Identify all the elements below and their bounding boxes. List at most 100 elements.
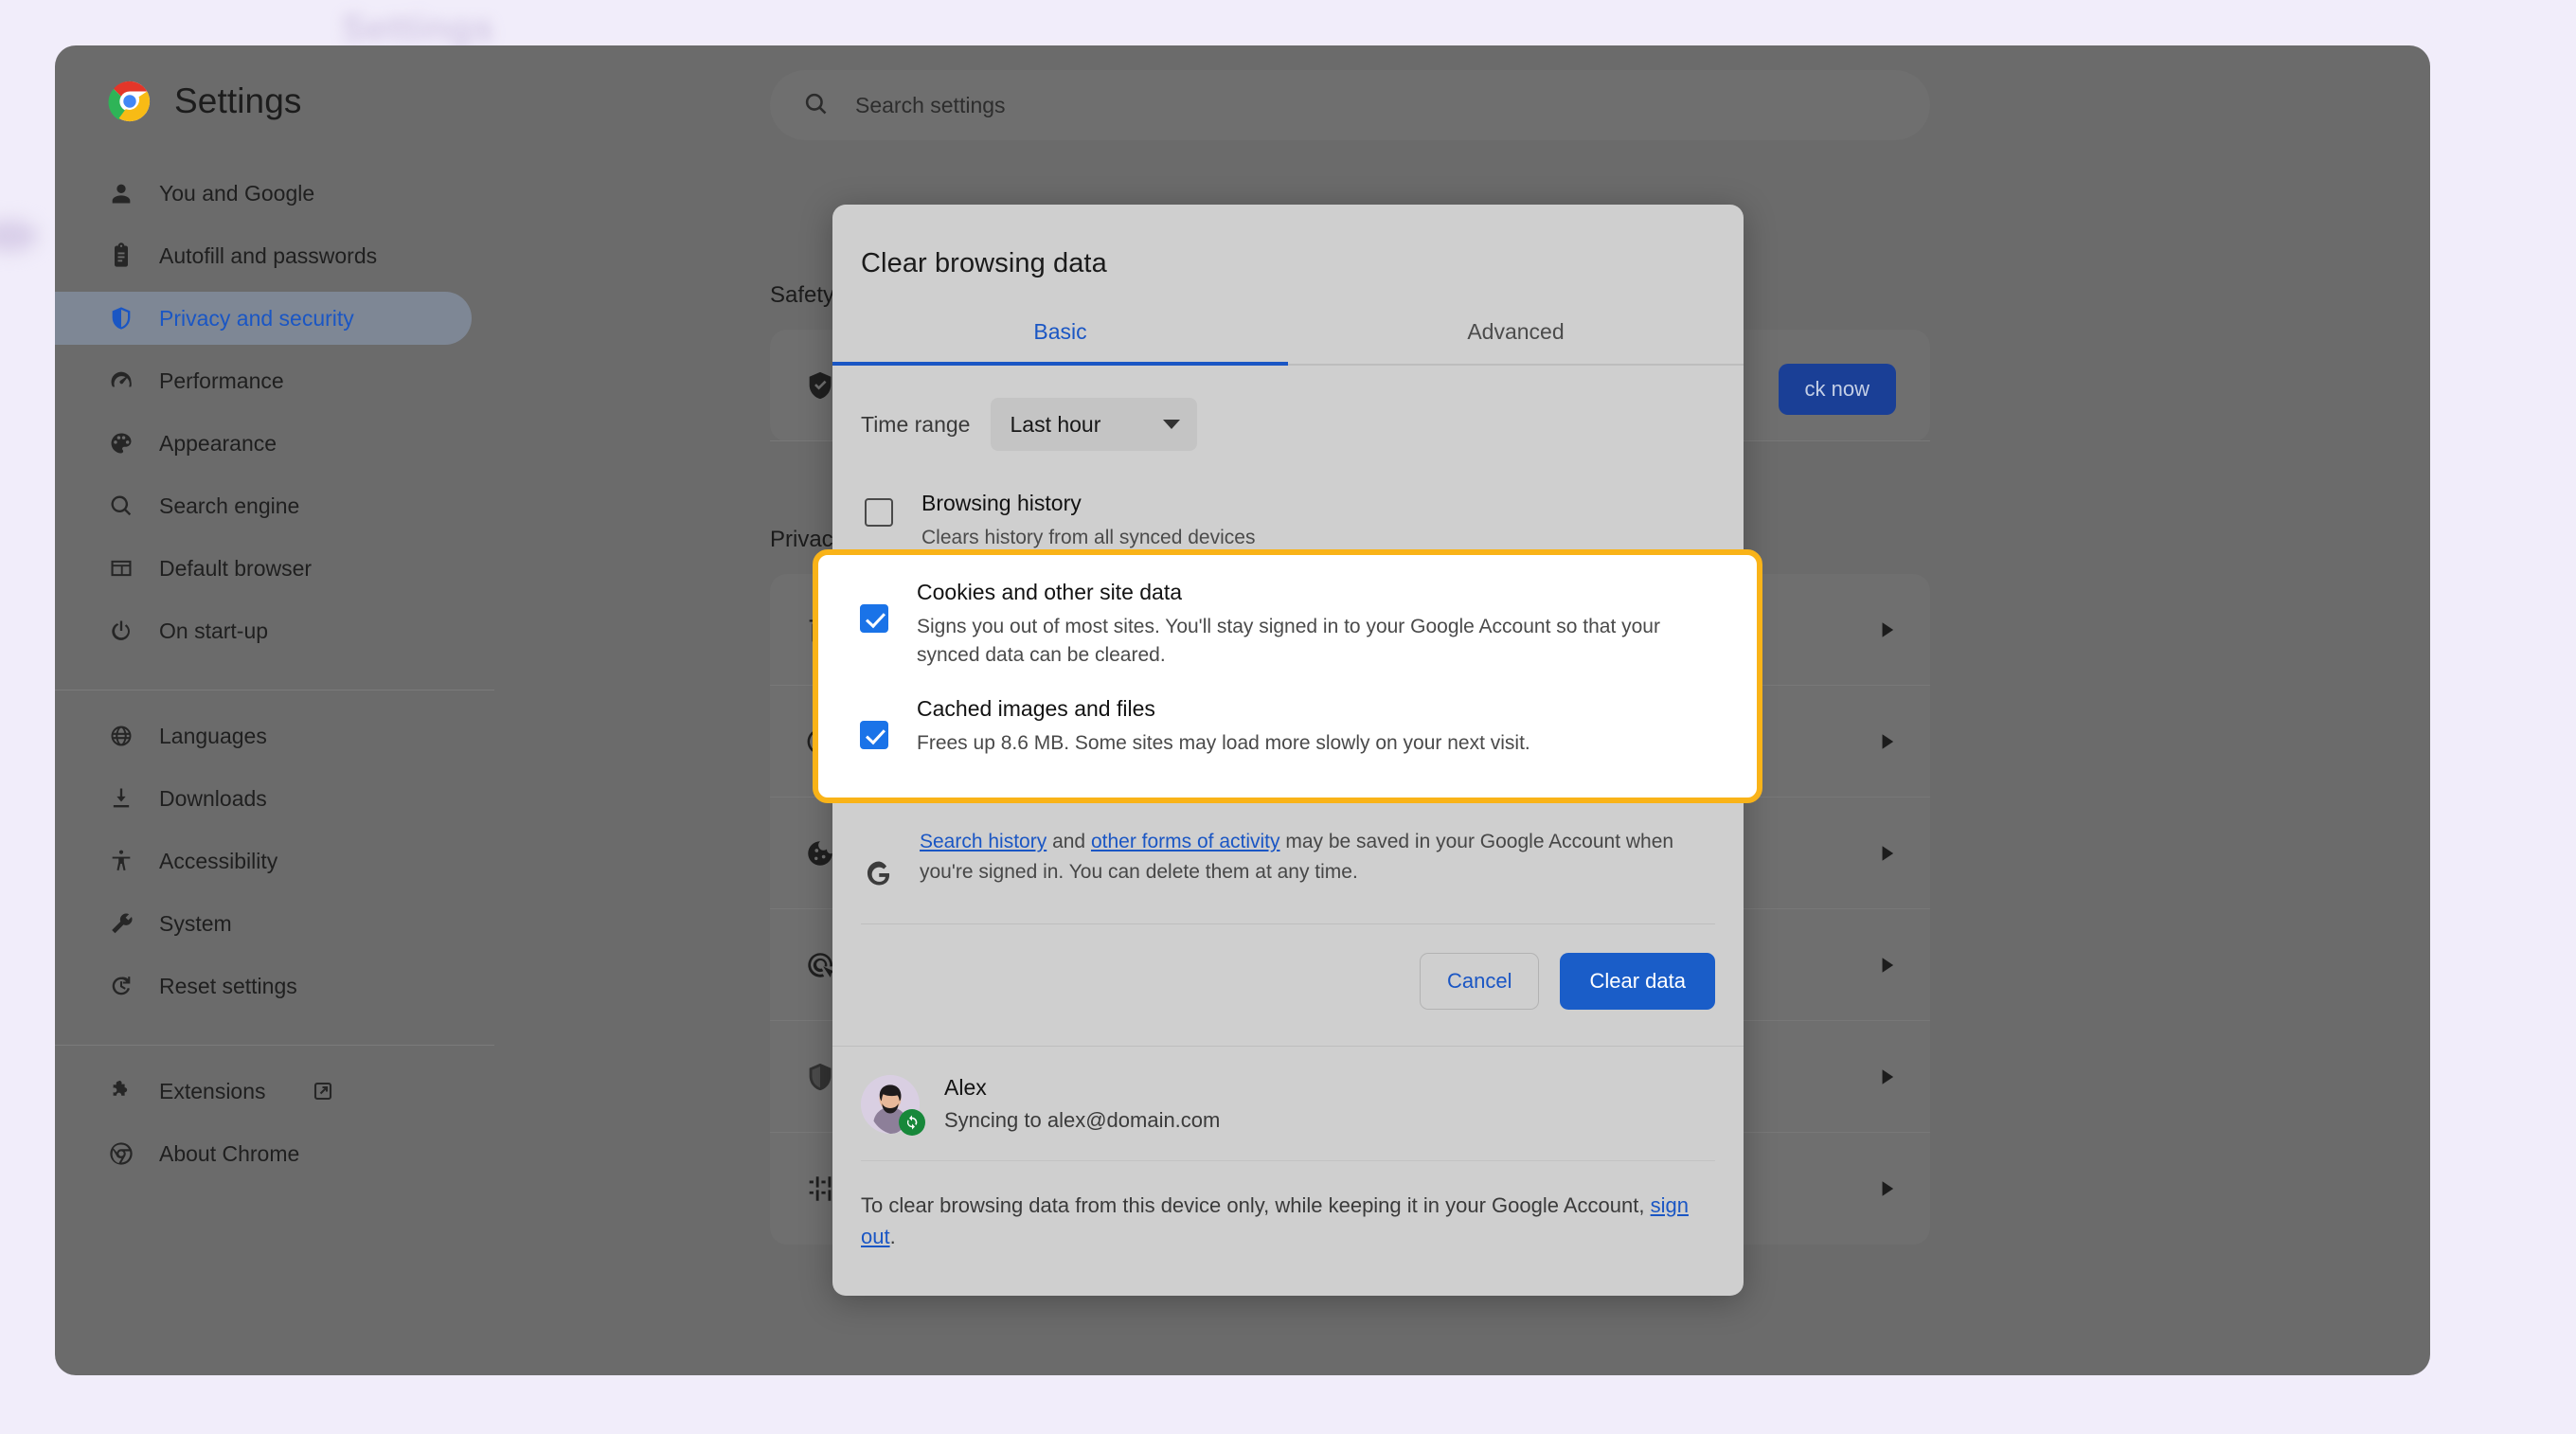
search-icon (108, 493, 134, 519)
avatar (861, 1074, 925, 1136)
chevron-right-icon (1881, 1180, 1896, 1197)
time-range-select[interactable]: Last hour (991, 398, 1198, 451)
sidebar-item-label: Languages (159, 723, 267, 748)
option-texts: Cookies and other site data Signs you ou… (917, 580, 1728, 670)
chrome-outline-icon (108, 1140, 134, 1167)
wrench-icon (108, 910, 134, 937)
footer-note-tail: . (889, 1224, 896, 1248)
clear-data-button[interactable]: Clear data (1560, 952, 1715, 1010)
sidebar-group-3: Extensions About Chrome (55, 1065, 540, 1199)
browsing-history-checkbox[interactable] (865, 498, 893, 527)
option-sub: Frees up 8.6 MB. Some sites may load mor… (917, 731, 1530, 754)
cached-images-checkbox[interactable] (860, 720, 888, 749)
search-input[interactable]: Search settings (855, 93, 1006, 118)
cancel-button[interactable]: Cancel (1420, 952, 1540, 1010)
option-title: Cached images and files (917, 695, 1155, 721)
sidebar-item-on-start-up[interactable]: On start-up (55, 604, 472, 657)
highlight-callout: Cookies and other site data Signs you ou… (813, 549, 1762, 803)
accessibility-icon (108, 848, 134, 874)
check-now-button[interactable]: ck now (1778, 364, 1896, 415)
sidebar-item-label: Accessibility (159, 848, 278, 873)
sidebar-item-privacy-and-security[interactable]: Privacy and security (55, 292, 472, 345)
sidebar-item-label: Default browser (159, 555, 313, 581)
cookies-checkbox[interactable] (860, 604, 888, 633)
option-sub: Clears history from all synced devices (921, 527, 1256, 548)
shield-icon (108, 305, 134, 332)
chevron-right-icon (1881, 621, 1896, 638)
profile-sync-status: Syncing to alex@domain.com (944, 1108, 1221, 1133)
sync-icon (899, 1108, 925, 1136)
dialog-title: Clear browsing data (861, 248, 1107, 278)
sidebar-item-label: You and Google (159, 180, 315, 206)
globe-icon (108, 723, 134, 749)
settings-brand: Settings (55, 45, 540, 123)
backdrop-blur-blob (0, 220, 38, 252)
google-g-icon (863, 857, 895, 889)
tab-basic[interactable]: Basic (832, 304, 1288, 366)
browser-window-icon (108, 555, 134, 582)
sidebar-item-label: Appearance (159, 430, 277, 456)
profile-texts: Alex Syncing to alex@domain.com (944, 1075, 1220, 1133)
sidebar-item-label: Reset settings (159, 973, 297, 998)
sidebar-item-autofill-and-passwords[interactable]: Autofill and passwords (55, 229, 472, 282)
profile-name: Alex (944, 1075, 987, 1101)
speedometer-icon (108, 367, 134, 394)
sidebar-item-downloads[interactable]: Downloads (55, 772, 472, 825)
sidebar-item-reset-settings[interactable]: Reset settings (55, 959, 472, 1013)
sidebar-item-label: Downloads (159, 785, 267, 811)
sidebar-item-you-and-google[interactable]: You and Google (55, 167, 472, 220)
sidebar-item-label: On start-up (159, 618, 269, 643)
time-range-label: Time range (861, 411, 971, 437)
sidebar-item-label: System (159, 910, 232, 936)
search-history-link[interactable]: Search history (920, 831, 1046, 852)
sidebar-item-languages[interactable]: Languages (55, 709, 472, 762)
dialog-tabs: Basic Advanced (832, 304, 1744, 366)
chevron-right-icon (1881, 1068, 1896, 1085)
option-texts: Cached images and files Frees up 8.6 MB.… (917, 696, 1530, 758)
sidebar-item-extensions[interactable]: Extensions (55, 1065, 472, 1118)
puzzle-icon (108, 1078, 134, 1104)
chevron-down-icon (1163, 420, 1181, 429)
option-texts: Browsing history Clears history from all… (921, 491, 1255, 552)
option-title: Cookies and other site data (917, 580, 1183, 604)
sidebar-nav: You and Google Autofill and passwords Pr… (55, 167, 540, 1199)
profile-row[interactable]: Alex Syncing to alex@domain.com (861, 1074, 1715, 1136)
chrome-logo-icon (108, 80, 152, 123)
clipboard-icon (108, 242, 134, 269)
palette-icon (108, 430, 134, 457)
time-range-value: Last hour (1010, 411, 1101, 437)
option-browsing-history[interactable]: Browsing history Clears history from all… (861, 491, 1715, 552)
option-cached-images[interactable]: Cached images and files Frees up 8.6 MB.… (860, 696, 1728, 758)
sidebar-item-default-browser[interactable]: Default browser (55, 542, 472, 595)
google-note-mid: and (1046, 830, 1091, 852)
sidebar-item-about-chrome[interactable]: About Chrome (55, 1127, 472, 1180)
search-icon (802, 90, 829, 121)
dialog-actions: Cancel Clear data (861, 952, 1715, 1010)
external-link-icon (312, 1080, 334, 1102)
sidebar-item-label: Privacy and security (159, 305, 354, 331)
tab-advanced[interactable]: Advanced (1288, 304, 1744, 364)
search-settings-bar[interactable]: Search settings (770, 70, 1930, 140)
option-cookies[interactable]: Cookies and other site data Signs you ou… (860, 580, 1728, 670)
sidebar-item-system[interactable]: System (55, 897, 472, 950)
download-icon (108, 785, 134, 812)
sidebar-item-label: Extensions (159, 1078, 266, 1103)
google-note-text: Search history and other forms of activi… (920, 827, 1711, 888)
dialog-footer: Alex Syncing to alex@domain.com To clear… (832, 1045, 1744, 1252)
chevron-right-icon (1881, 733, 1896, 750)
backdrop-ghost-title: Settings (341, 8, 494, 49)
sidebar-item-label: Performance (159, 367, 284, 393)
settings-sidebar: Settings You and Google Autofill and pas… (55, 45, 540, 1375)
sidebar-item-label: Autofill and passwords (159, 242, 378, 268)
other-forms-of-activity-link[interactable]: other forms of activity (1091, 831, 1280, 852)
sidebar-item-accessibility[interactable]: Accessibility (55, 834, 472, 887)
sidebar-item-label: Search engine (159, 493, 300, 518)
option-sub: Signs you out of most sites. You'll stay… (917, 616, 1660, 666)
sidebar-item-search-engine[interactable]: Search engine (55, 479, 472, 532)
sidebar-item-appearance[interactable]: Appearance (55, 417, 472, 470)
sidebar-item-performance[interactable]: Performance (55, 354, 472, 407)
person-icon (108, 180, 134, 206)
settings-title: Settings (174, 81, 302, 120)
google-account-note: Search history and other forms of activi… (861, 827, 1715, 924)
option-title: Browsing history (921, 491, 1082, 515)
